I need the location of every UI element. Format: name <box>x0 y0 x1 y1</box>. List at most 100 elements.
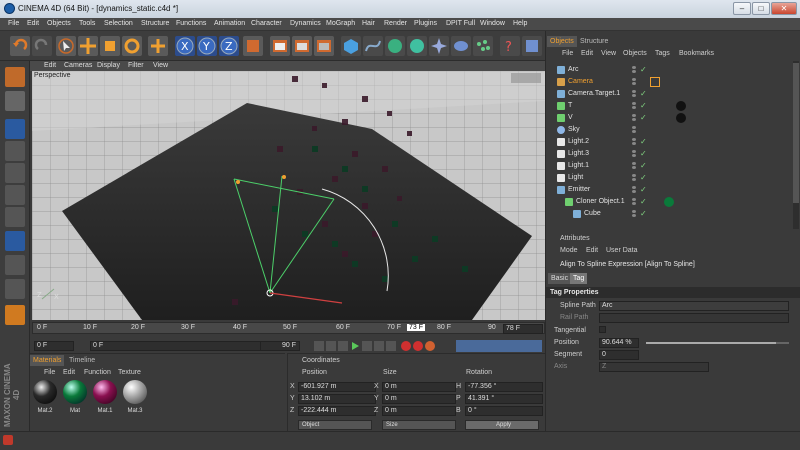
deformer-icon[interactable] <box>429 36 449 56</box>
redo-icon[interactable] <box>32 36 52 56</box>
coordinate-mode-dropdown[interactable]: Object <box>298 420 372 430</box>
attr-menu-mode[interactable]: Mode <box>560 247 578 254</box>
object-row[interactable]: Camera.Target.1 ✓ <box>546 88 791 100</box>
pos-z-field[interactable]: -222.444 m <box>298 406 376 416</box>
spline-path-field[interactable]: Arc <box>599 301 789 311</box>
undo-icon[interactable] <box>10 36 30 56</box>
obj-menu-tags[interactable]: Tags <box>655 50 670 57</box>
vp-menu-view[interactable]: View <box>153 62 168 69</box>
rot-p-field[interactable]: 41.391 ° <box>465 394 543 404</box>
sculpt-icon[interactable] <box>5 305 25 325</box>
menu-structure[interactable]: Structure <box>141 20 169 27</box>
object-row[interactable]: Cube ✓ <box>546 208 791 220</box>
material-swatch[interactable] <box>123 380 147 404</box>
current-frame-marker[interactable]: 73 F <box>407 324 426 331</box>
menu-dpit-full[interactable]: DPIT Full <box>446 20 475 27</box>
viewport-scene[interactable]: Z X <box>32 71 545 320</box>
menu-objects[interactable]: Objects <box>47 20 71 27</box>
rot-h-field[interactable]: -77.356 ° <box>465 382 543 392</box>
pos-y-field[interactable]: 13.102 m <box>298 394 376 404</box>
3d-viewport[interactable]: Z X Perspective <box>32 71 545 320</box>
attr-menu-user-data[interactable]: User Data <box>606 247 638 254</box>
maximize-button[interactable]: □ <box>752 2 770 15</box>
mograph-cloner-icon[interactable] <box>407 36 427 56</box>
segment-field[interactable]: 0 <box>599 350 639 360</box>
mat-menu-texture[interactable]: Texture <box>118 369 141 376</box>
material-tag-icon[interactable] <box>676 101 686 111</box>
size-mode-dropdown[interactable]: Size <box>382 420 456 430</box>
edges-mode-icon[interactable] <box>5 185 25 205</box>
object-row[interactable]: Camera <box>546 76 791 88</box>
menu-tools[interactable]: Tools <box>79 20 95 27</box>
mat-menu-file[interactable]: File <box>44 369 55 376</box>
select-arrow-icon[interactable] <box>56 36 76 56</box>
rot-b-field[interactable]: 0 ° <box>465 406 543 416</box>
pos-x-field[interactable]: -601.927 m <box>298 382 376 392</box>
object-row[interactable]: T ✓ <box>546 100 791 112</box>
render-picture-viewer-icon[interactable] <box>292 36 312 56</box>
move-icon[interactable] <box>78 36 98 56</box>
tweak-icon[interactable] <box>5 279 25 299</box>
tab-objects[interactable]: Objects <box>547 36 577 47</box>
tangential-checkbox[interactable] <box>599 326 606 333</box>
menu-character[interactable]: Character <box>251 20 282 27</box>
menu-file[interactable]: File <box>8 20 19 27</box>
minimize-button[interactable]: – <box>733 2 751 15</box>
mat-menu-edit[interactable]: Edit <box>63 369 75 376</box>
workplane-icon[interactable] <box>5 231 25 251</box>
size-z-field[interactable]: 0 m <box>382 406 456 416</box>
menu-functions[interactable]: Functions <box>176 20 206 27</box>
menu-plugins[interactable]: Plugins <box>414 20 437 27</box>
object-row[interactable]: Light.2 ✓ <box>546 136 791 148</box>
menu-render[interactable]: Render <box>384 20 407 27</box>
model-mode-icon[interactable] <box>5 67 25 87</box>
close-button[interactable]: ✕ <box>771 2 797 15</box>
rotate-icon[interactable] <box>122 36 142 56</box>
tag-icon[interactable] <box>650 77 660 87</box>
help-icon[interactable]: ? <box>500 36 520 56</box>
end-frame-field[interactable]: 78 F <box>503 324 543 334</box>
attr-menu-edit[interactable]: Edit <box>586 247 598 254</box>
tab-timeline[interactable]: Timeline <box>66 355 98 366</box>
vp-menu-edit[interactable]: Edit <box>44 62 56 69</box>
material-swatch[interactable] <box>33 380 57 404</box>
obj-menu-view[interactable]: View <box>601 50 616 57</box>
vp-menu-display[interactable]: Display <box>97 62 120 69</box>
scene-icon[interactable] <box>522 36 542 56</box>
tab-materials[interactable]: Materials <box>30 355 65 366</box>
object-row[interactable]: Arc ✓ <box>546 64 791 76</box>
render-view-icon[interactable] <box>270 36 290 56</box>
vp-menu-cameras[interactable]: Cameras <box>64 62 92 69</box>
tab-tag[interactable]: Tag <box>570 273 588 284</box>
object-row[interactable]: Emitter ✓ <box>546 184 791 196</box>
nurbs-icon[interactable] <box>385 36 405 56</box>
obj-menu-objects[interactable]: Objects <box>623 50 647 57</box>
polygons-mode-icon[interactable] <box>5 207 25 227</box>
menu-mograph[interactable]: MoGraph <box>326 20 355 27</box>
particles-icon[interactable] <box>473 36 493 56</box>
rail-path-field[interactable] <box>599 313 789 323</box>
object-row[interactable]: Light.3 ✓ <box>546 148 791 160</box>
obj-menu-file[interactable]: File <box>562 50 573 57</box>
object-scrollbar[interactable] <box>793 61 799 229</box>
object-row[interactable]: V ✓ <box>546 112 791 124</box>
obj-menu-edit[interactable]: Edit <box>581 50 593 57</box>
axis-mode-icon[interactable] <box>5 141 25 161</box>
environment-icon[interactable] <box>451 36 471 56</box>
live-select-icon[interactable] <box>148 36 168 56</box>
material-tag-icon[interactable] <box>664 197 674 207</box>
obj-menu-bookmarks[interactable]: Bookmarks <box>679 50 714 57</box>
vp-menu-filter[interactable]: Filter <box>128 62 144 69</box>
max-frame-field[interactable]: 90 F <box>260 341 300 351</box>
y-axis-icon[interactable]: Y <box>197 36 217 56</box>
coordinate-system-icon[interactable] <box>243 36 263 56</box>
menu-help[interactable]: Help <box>513 20 527 27</box>
points-mode-icon[interactable] <box>5 163 25 183</box>
menu-animation[interactable]: Animation <box>214 20 245 27</box>
timeline[interactable]: 0 F 10 F 20 F 30 F 40 F 50 F 60 F 70 F 7… <box>32 320 545 353</box>
viewport-nav-icons[interactable] <box>511 73 541 83</box>
material-swatch[interactable] <box>93 380 117 404</box>
object-row[interactable]: Light.1 ✓ <box>546 160 791 172</box>
z-axis-icon[interactable]: Z <box>219 36 239 56</box>
object-row[interactable]: Sky <box>546 124 791 136</box>
